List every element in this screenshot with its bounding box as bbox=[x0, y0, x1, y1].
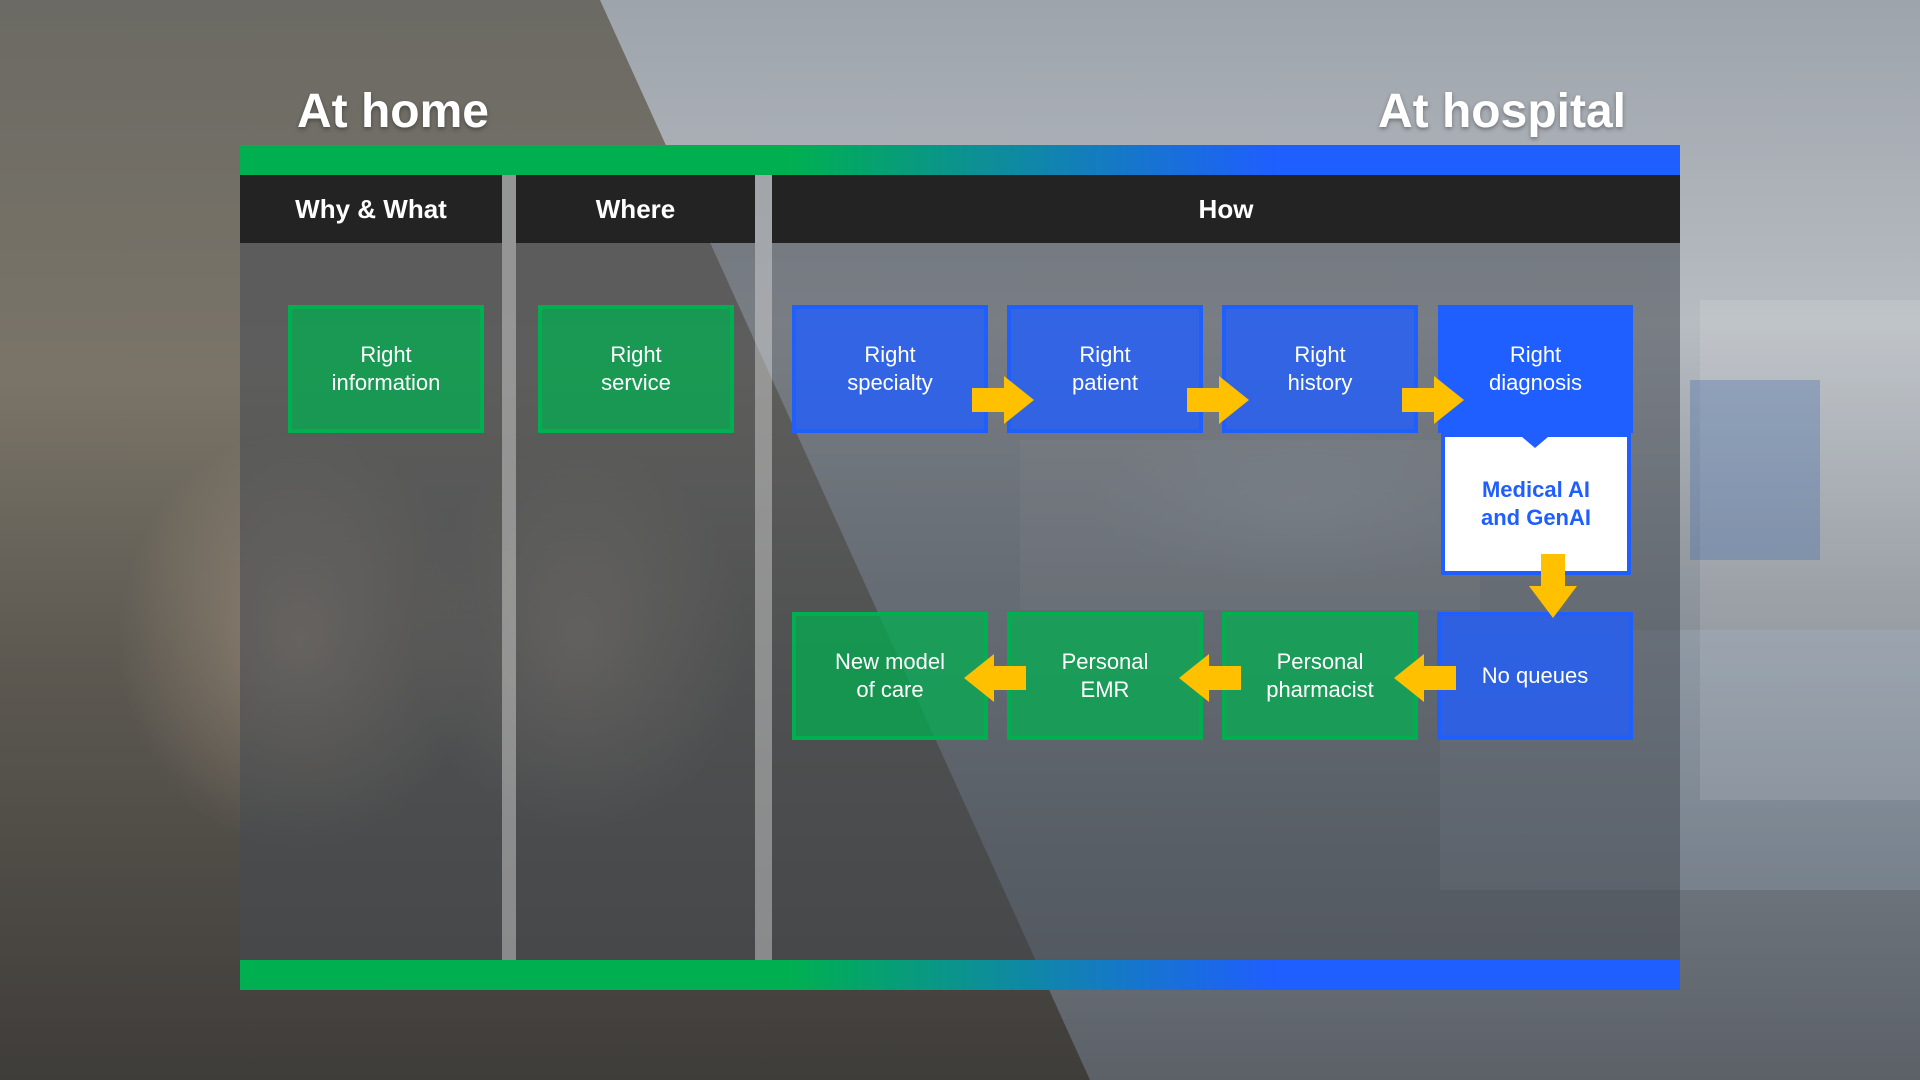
column-header-where: Where bbox=[516, 175, 755, 243]
title-at-home: At home bbox=[297, 85, 489, 138]
arrow-right-icon-1 bbox=[972, 376, 1034, 424]
arrow-down-icon bbox=[1529, 554, 1577, 618]
arrow-left-icon-2 bbox=[1179, 654, 1241, 702]
box-right-specialty: Right specialty bbox=[792, 305, 988, 433]
column-divider-1 bbox=[502, 175, 516, 960]
box-personal-emr: Personal EMR bbox=[1007, 612, 1203, 740]
diagnosis-notch bbox=[1515, 431, 1555, 448]
top-gradient-bar bbox=[240, 145, 1680, 175]
box-right-history: Right history bbox=[1222, 305, 1418, 433]
column-header-why-what: Why & What bbox=[240, 175, 502, 243]
box-new-model-of-care: New model of care bbox=[792, 612, 988, 740]
arrow-right-icon-2 bbox=[1187, 376, 1249, 424]
column-divider-2 bbox=[755, 175, 772, 960]
box-right-information: Right information bbox=[288, 305, 484, 433]
title-at-hospital: At hospital bbox=[1378, 85, 1626, 138]
box-personal-pharmacist: Personal pharmacist bbox=[1222, 612, 1418, 740]
box-right-patient: Right patient bbox=[1007, 305, 1203, 433]
column-header-how: How bbox=[772, 175, 1680, 243]
bottom-gradient-bar bbox=[240, 960, 1680, 990]
arrow-left-icon-3 bbox=[964, 654, 1026, 702]
arrow-left-icon-1 bbox=[1394, 654, 1456, 702]
arrow-right-icon-3 bbox=[1402, 376, 1464, 424]
box-right-diagnosis: Right diagnosis bbox=[1438, 305, 1633, 433]
box-no-queues: No queues bbox=[1437, 612, 1633, 740]
box-right-service: Right service bbox=[538, 305, 734, 433]
